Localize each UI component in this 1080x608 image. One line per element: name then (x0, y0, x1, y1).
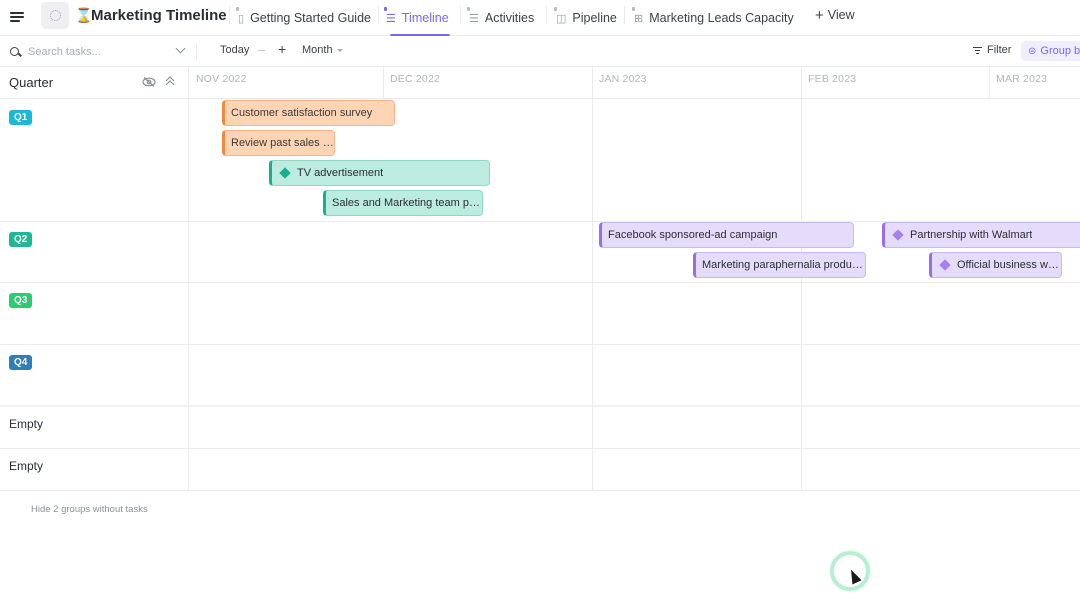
toolbar-divider (196, 44, 197, 60)
collapse-all-icon[interactable] (164, 75, 176, 87)
doc-icon: ▯ (235, 6, 245, 25)
group-column-header: Quarter (0, 67, 189, 99)
layers-icon: ⊜ (1028, 45, 1037, 57)
milestone-bar[interactable]: TV advertisement (269, 160, 490, 186)
group-badge-q4[interactable]: Q4 (9, 355, 33, 370)
tab-divider (378, 6, 379, 24)
tab-label: Pipeline (572, 11, 617, 25)
group-by-button[interactable]: ⊜ Group by (1021, 41, 1080, 61)
zoom-in-button[interactable]: + (278, 41, 286, 57)
tab-marketing-leads-capacity[interactable]: ⊞ Marketing Leads Capacity (631, 0, 794, 36)
search-icon (10, 46, 21, 58)
row-divider (0, 282, 1080, 283)
milestone-diamond-icon (892, 229, 904, 241)
task-bar[interactable]: Customer satisfaction survey (222, 100, 395, 126)
board-icon: ◫ (553, 6, 567, 25)
grid-line (801, 67, 802, 491)
filter-button[interactable]: Filter (973, 44, 1011, 56)
grid-line (592, 67, 593, 491)
tab-timeline[interactable]: ☰ Timeline (384, 0, 450, 36)
today-button[interactable]: Today (220, 44, 249, 56)
tab-divider (546, 6, 547, 24)
grid-icon: ⊞ (631, 6, 644, 25)
hamburger-menu-icon[interactable] (10, 9, 26, 25)
scale-dropdown[interactable]: Month (302, 44, 343, 56)
milestone-diamond-icon (939, 259, 951, 271)
group-badge-q2[interactable]: Q2 (9, 232, 33, 247)
month-header-jan-2023: JAN 2023 (592, 67, 801, 99)
task-bar[interactable]: Sales and Marketing team pla... (323, 190, 483, 216)
toolbar: Today – + Month Filter ⊜ Group by (0, 36, 1080, 67)
add-view-button[interactable]: + View (815, 0, 855, 30)
tab-pipeline[interactable]: ◫ Pipeline (553, 0, 617, 36)
group-label-empty: Empty (9, 459, 44, 473)
hide-empty-groups-link[interactable]: Hide 2 groups without tasks (31, 504, 148, 515)
top-bar: ⌛ Marketing Timeline ▯ Getting Started G… (0, 0, 1080, 36)
month-header-mar-2023: MAR 2023 (989, 67, 1080, 99)
page-title: Marketing Timeline (91, 7, 227, 24)
space-avatar-button[interactable] (41, 2, 69, 29)
milestone-bar[interactable]: Official business we... (929, 252, 1062, 278)
tab-label: Marketing Leads Capacity (649, 11, 794, 25)
month-header-dec-2022: DEC 2022 (383, 67, 592, 99)
row-divider (0, 490, 1080, 491)
group-badge-q1[interactable]: Q1 (9, 110, 33, 125)
task-bar[interactable]: Marketing paraphernalia product... (693, 252, 866, 278)
row-divider (0, 344, 1080, 345)
tab-label: Getting Started Guide (250, 11, 371, 25)
month-header-nov-2022: NOV 2022 (189, 67, 383, 99)
group-by-label: Group by (1040, 45, 1080, 57)
group-label-empty: Empty (9, 417, 44, 431)
timeline-icon: ☰ (384, 6, 396, 25)
tab-label: Activities (484, 11, 535, 25)
month-header-feb-2023: FEB 2023 (801, 67, 989, 99)
tab-label: Timeline (401, 11, 449, 25)
search-box (10, 42, 188, 62)
row-divider (0, 448, 1080, 449)
hide-eye-icon[interactable] (142, 77, 156, 87)
loading-dots-icon (49, 10, 61, 21)
filter-icon (973, 46, 982, 54)
row-divider (0, 405, 1080, 407)
grid-line (383, 67, 384, 99)
tab-divider (624, 6, 625, 24)
filter-label: Filter (987, 44, 1012, 56)
zoom-out-button[interactable]: – (258, 42, 265, 57)
chevron-down-icon[interactable] (175, 43, 186, 54)
tab-activities[interactable]: ☰ Activities (467, 0, 535, 36)
milestone-diamond-icon (279, 167, 291, 179)
tab-getting-started-guide[interactable]: ▯ Getting Started Guide (235, 0, 371, 36)
milestone-bar[interactable]: Partnership with Walmart (882, 222, 1080, 248)
list-icon: ☰ (467, 6, 479, 25)
plus-icon: + (815, 6, 824, 24)
tab-divider (229, 6, 230, 24)
caret-down-icon (336, 48, 343, 52)
grid-line (989, 67, 990, 99)
task-bar[interactable]: Review past sales a... (222, 130, 335, 156)
task-bar[interactable]: Facebook sponsored-ad campaign (599, 222, 854, 248)
group-column-title: Quarter (9, 75, 54, 90)
tab-divider (460, 6, 461, 24)
scale-label: Month (302, 44, 333, 56)
add-view-label: View (827, 8, 855, 22)
hourglass-icon: ⌛ (75, 7, 93, 23)
group-badge-q3[interactable]: Q3 (9, 293, 33, 308)
search-input[interactable] (28, 46, 168, 58)
